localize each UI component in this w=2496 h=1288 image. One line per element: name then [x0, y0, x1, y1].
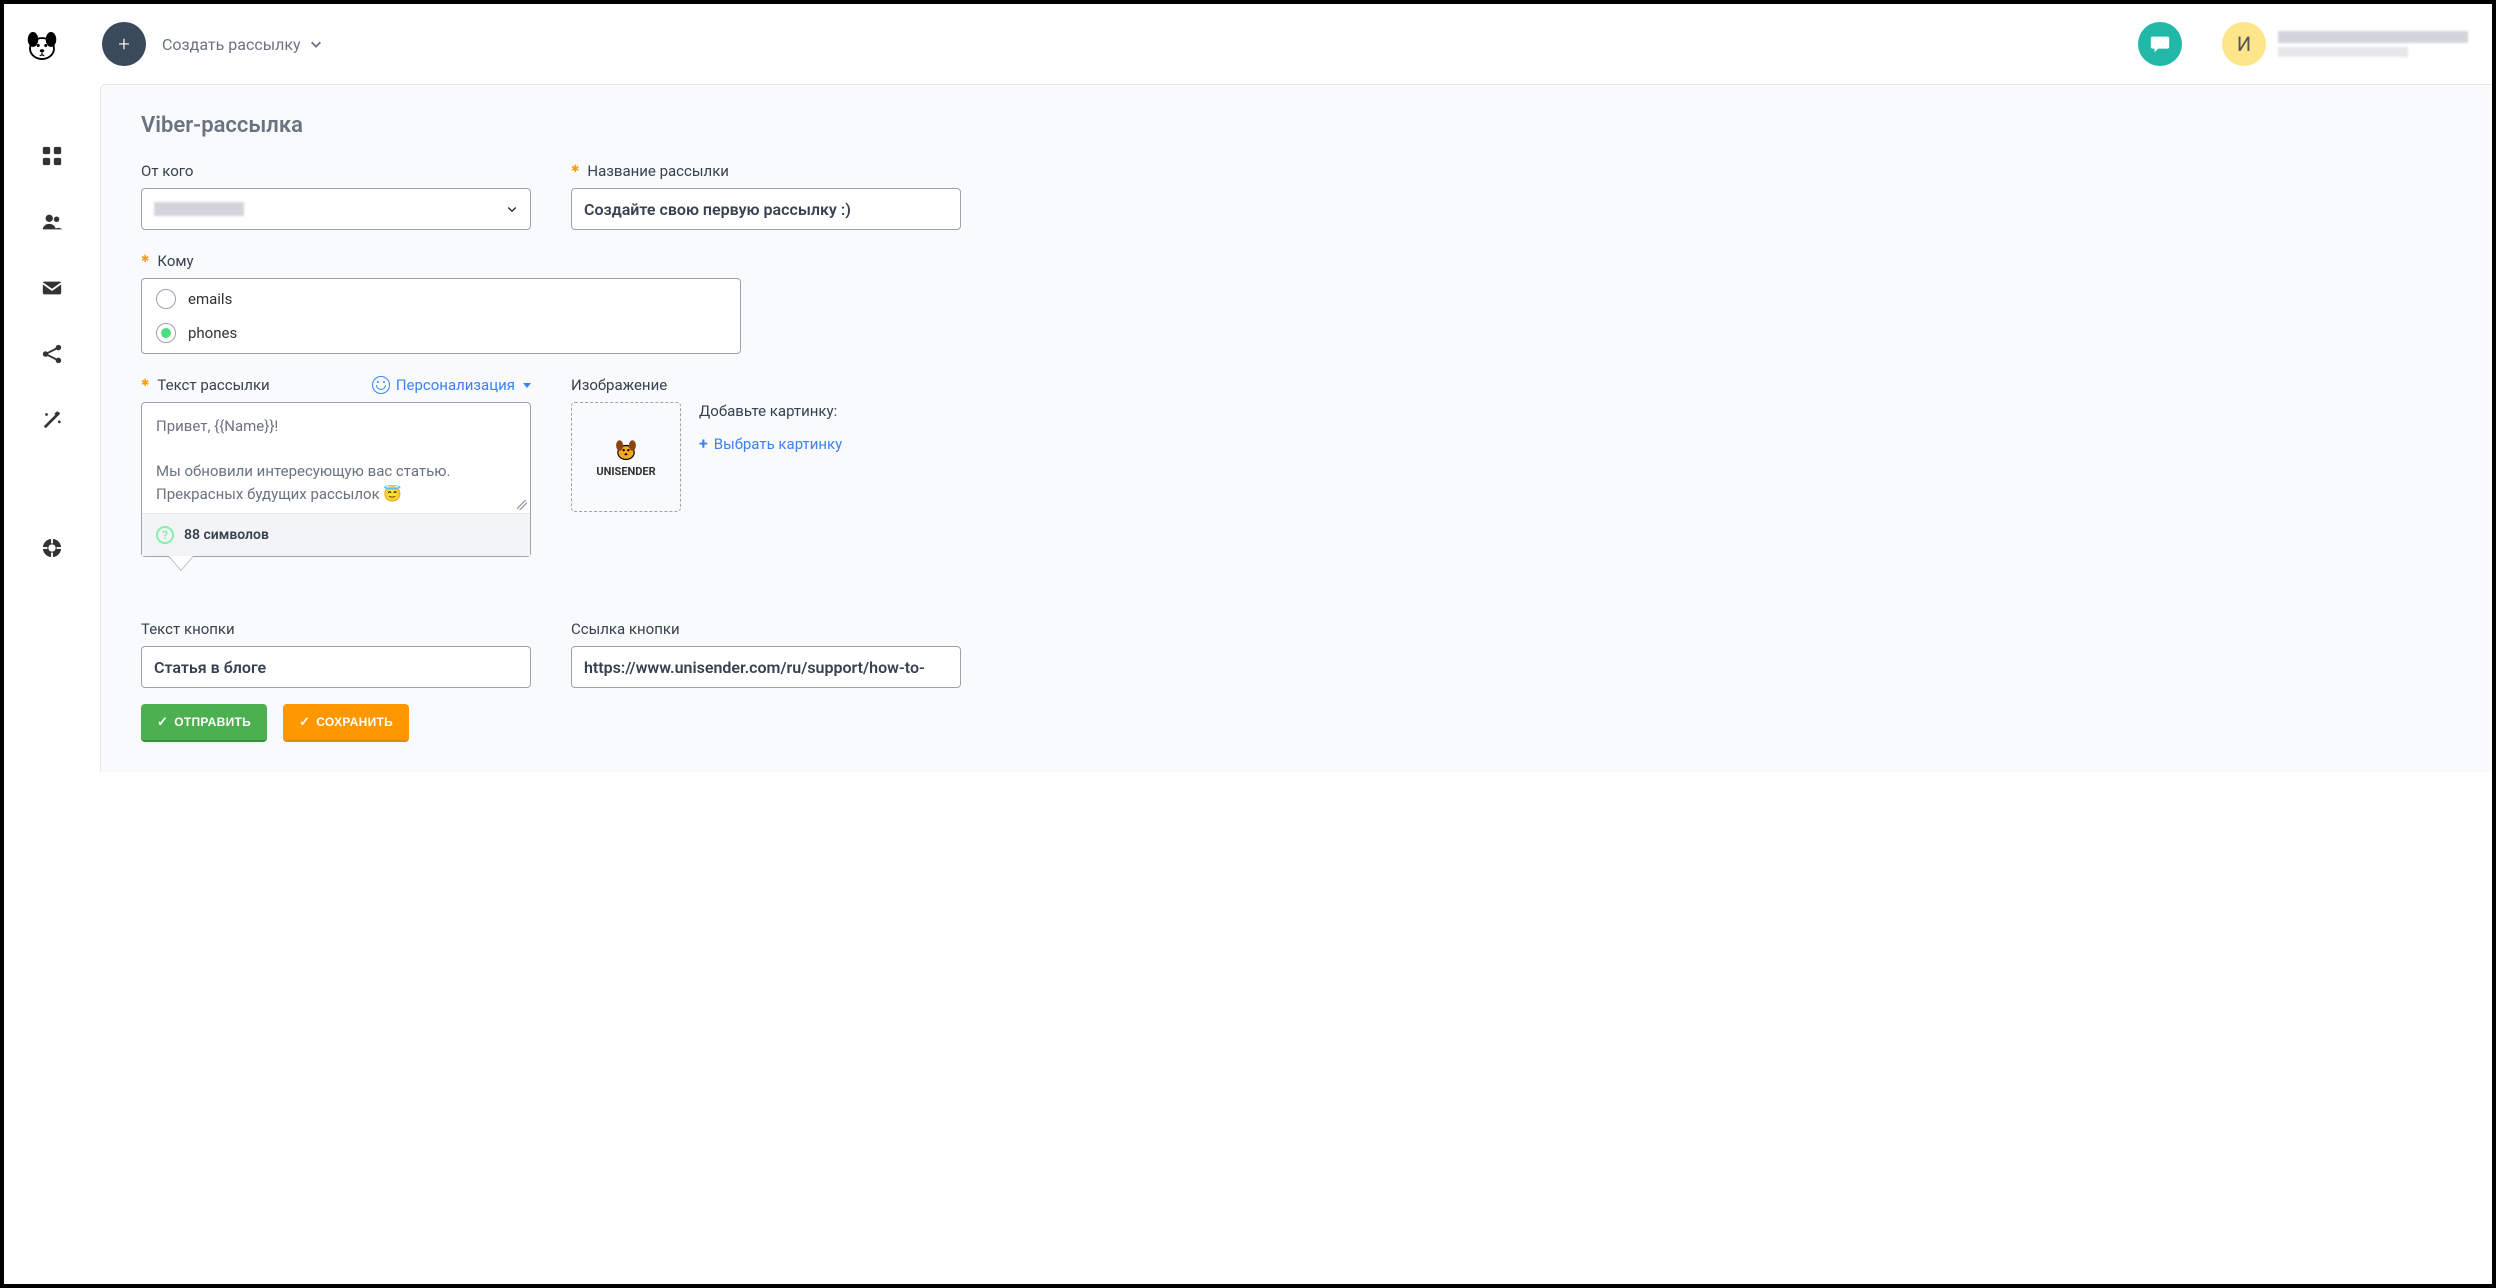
recipient-option-phones[interactable]: phones [156, 323, 726, 343]
avatar-letter: И [2237, 32, 2251, 56]
lifebuoy-icon [41, 537, 63, 559]
button-text-label: Текст кнопки [141, 620, 531, 638]
sidebar-item-contacts[interactable] [40, 210, 64, 234]
chevron-down-icon [506, 203, 518, 215]
save-button-label: СОХРАНИТЬ [316, 715, 393, 729]
campaign-name-value: Создайте свою первую рассылку :) [584, 200, 851, 219]
button-link-label: Ссылка кнопки [571, 620, 961, 638]
send-button-label: ОТПРАВИТЬ [174, 715, 251, 729]
message-text-value: Привет, {{Name}}! Мы обновили интересующ… [156, 417, 454, 503]
save-button[interactable]: СОХРАНИТЬ [283, 704, 409, 742]
recipients-label: Кому [141, 252, 2452, 270]
share-icon [41, 343, 63, 365]
message-text-label: Текст рассылки [141, 376, 270, 394]
resize-handle-icon[interactable] [517, 500, 527, 510]
image-thumbnail[interactable]: UNISENDER [571, 402, 681, 512]
sidebar-item-messages[interactable] [40, 276, 64, 300]
sender-select[interactable] [141, 188, 531, 230]
send-button[interactable]: ОТПРАВИТЬ [141, 704, 267, 742]
user-email-redacted [2278, 47, 2408, 57]
radio-icon [156, 323, 176, 343]
check-icon [157, 714, 168, 730]
sidebar-item-dashboard[interactable] [40, 144, 64, 168]
create-label-text: Создать рассылку [162, 35, 301, 54]
user-avatar[interactable]: И [2222, 22, 2266, 66]
emoji-icon [372, 376, 390, 394]
sender-value-redacted [154, 202, 244, 216]
from-label: От кого [141, 162, 531, 180]
help-icon: ? [156, 526, 174, 544]
campaign-name-input[interactable]: Создайте свою первую рассылку :) [571, 188, 961, 230]
sidebar-item-help[interactable] [40, 536, 64, 560]
sidebar-item-automation[interactable] [40, 408, 64, 432]
add-image-hint: Добавьте картинку: [699, 402, 842, 420]
image-thumb-label: UNISENDER [596, 465, 655, 478]
create-campaign-button[interactable]: + [102, 22, 146, 66]
magic-wand-icon [41, 409, 63, 431]
user-menu[interactable] [2278, 31, 2468, 57]
speech-bubble-tail [169, 556, 193, 570]
chat-bubble-icon [2149, 33, 2171, 55]
radio-icon [156, 289, 176, 309]
recipient-option-emails[interactable]: emails [156, 289, 726, 309]
choose-image-label: Выбрать картинку [714, 435, 843, 453]
support-chat-button[interactable] [2138, 22, 2182, 66]
personalization-label: Персонализация [396, 376, 515, 394]
grid-icon [41, 145, 63, 167]
plus-icon: + [699, 434, 708, 453]
button-link-value: https://www.unisender.com/ru/support/how… [584, 658, 925, 677]
image-label: Изображение [571, 376, 842, 394]
app-logo[interactable] [24, 26, 60, 62]
check-icon [299, 714, 310, 730]
personalization-dropdown[interactable]: Персонализация [372, 376, 531, 394]
create-campaign-dropdown[interactable]: Создать рассылку [162, 35, 323, 54]
recipient-emails-label: emails [188, 290, 232, 308]
page-title: Viber-рассылка [141, 113, 2452, 138]
button-text-input[interactable]: Статья в блоге [141, 646, 531, 688]
people-icon [41, 211, 63, 233]
char-count-value: 88 символов [184, 527, 269, 543]
recipients-group: emails phones [141, 278, 741, 354]
campaign-name-label: Название рассылки [571, 162, 961, 180]
recipient-phones-label: phones [188, 324, 237, 342]
plus-icon: + [118, 32, 129, 56]
char-counter: ? 88 символов [142, 513, 530, 556]
mail-icon [41, 277, 63, 299]
user-name-redacted [2278, 31, 2468, 43]
caret-down-icon [523, 383, 531, 388]
chevron-down-icon [309, 37, 323, 51]
button-text-value: Статья в блоге [154, 658, 266, 677]
button-link-input[interactable]: https://www.unisender.com/ru/support/how… [571, 646, 961, 688]
message-textarea[interactable]: Привет, {{Name}}! Мы обновили интересующ… [142, 403, 530, 513]
sidebar-item-integrations[interactable] [40, 342, 64, 366]
dog-thumb-icon [612, 437, 640, 461]
choose-image-link[interactable]: + Выбрать картинку [699, 434, 842, 453]
